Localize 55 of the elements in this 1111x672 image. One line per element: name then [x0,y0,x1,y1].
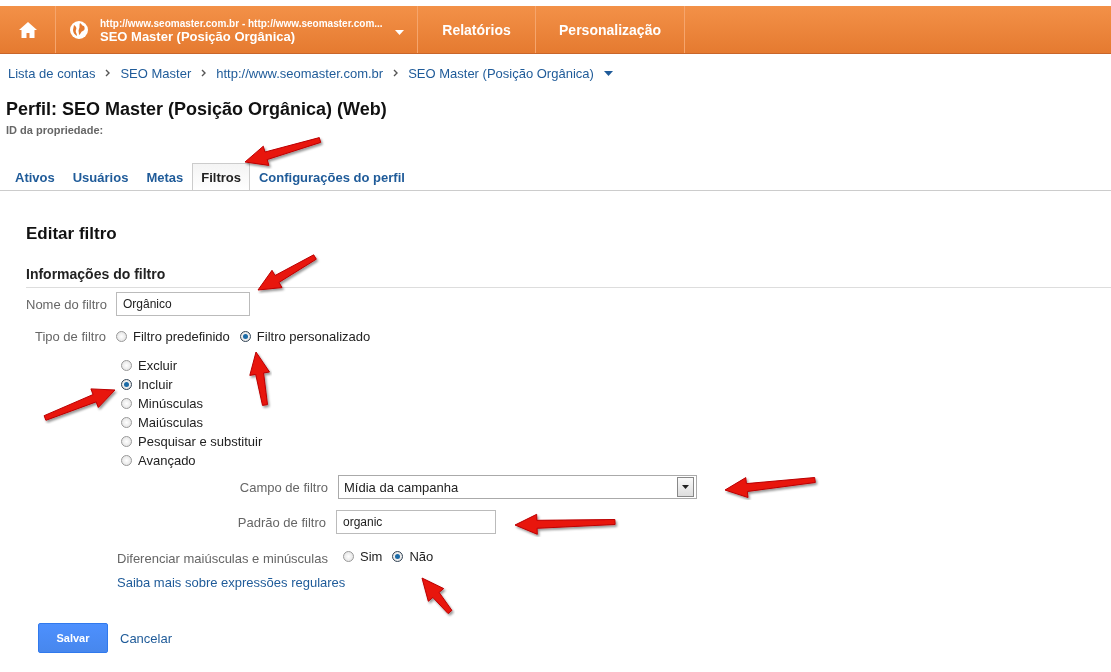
breadcrumb-link[interactable]: SEO Master [120,65,192,81]
radio-label: Minúsculas [138,396,204,411]
tab[interactable]: Metas [137,163,193,190]
home-icon[interactable] [18,21,37,38]
globe-icon [70,20,88,39]
tab[interactable]: Ativos [6,163,64,190]
field-label: Campo de filtro [238,479,329,495]
breadcrumb-link[interactable]: SEO Master (Posição Orgânica) [408,65,594,81]
radio-label: Filtro personalizado [256,329,371,344]
profile-title: Perfil: SEO Master (Posição Orgânica) (Web) [6,99,388,120]
radio-button[interactable] [116,331,127,342]
arrow-annotation [249,351,270,406]
radio-button[interactable] [121,436,132,447]
filter-field-dropdown[interactable]: Mídia da campanha [338,475,697,499]
radio-label: Excluir [138,358,177,373]
chevron-icon [105,69,111,77]
caret-icon[interactable] [603,70,613,76]
page-heading: Editar filtro [26,224,118,244]
radio-label: Pesquisar e substituir [138,434,263,449]
tab[interactable]: Filtros [192,163,250,190]
tab[interactable]: Usuários [63,163,138,190]
caret-icon [394,30,404,35]
chevron-icon [393,69,399,77]
field-label: Tipo de filtro [33,329,107,344]
caret-icon [682,485,689,489]
breadcrumb-link[interactable]: http://www.seomaster.com.br [216,65,384,81]
property-id-label: ID da propriedade: [6,124,105,136]
radio-button[interactable] [121,417,132,428]
chevron-icon [201,69,207,77]
radio-button[interactable] [121,398,132,409]
account-url: http://www.seomaster.com.br - http://www.seomaster.com... [100,16,383,30]
arrow-annotation [421,577,453,615]
radio-label: Filtro predefinido [133,329,230,344]
radio-label: Incluir [138,377,173,392]
filter-pattern-field[interactable]: organic [336,510,496,534]
cancel-link[interactable]: Cancelar [120,630,173,646]
radio-button[interactable] [121,455,132,466]
radio-button[interactable] [343,551,354,562]
radio-label: Maiúsculas [138,415,204,430]
arrow-annotation [257,254,317,291]
field-label: Padrão de filtro [236,514,327,530]
tab[interactable]: Configurações do perfil [249,163,414,190]
radio-label: Não [409,549,434,564]
profile-name: SEO Master (Posição Orgânica) [100,29,296,43]
radio-label: Sim [360,549,383,564]
help-link[interactable]: Saiba mais sobre expressões regulares [117,575,346,590]
filter-name-field[interactable]: Orgânico [116,292,250,316]
field-label: Diferenciar maiúsculas e minúsculas [117,550,328,566]
radio-button[interactable] [239,331,251,342]
radio-button[interactable] [121,379,132,390]
radio-label: Avançado [138,453,196,468]
breadcrumb-link[interactable]: Lista de contas [8,65,96,81]
field-label: Nome do filtro [26,296,108,312]
radio-button[interactable] [121,360,132,371]
radio-button[interactable] [392,551,404,562]
